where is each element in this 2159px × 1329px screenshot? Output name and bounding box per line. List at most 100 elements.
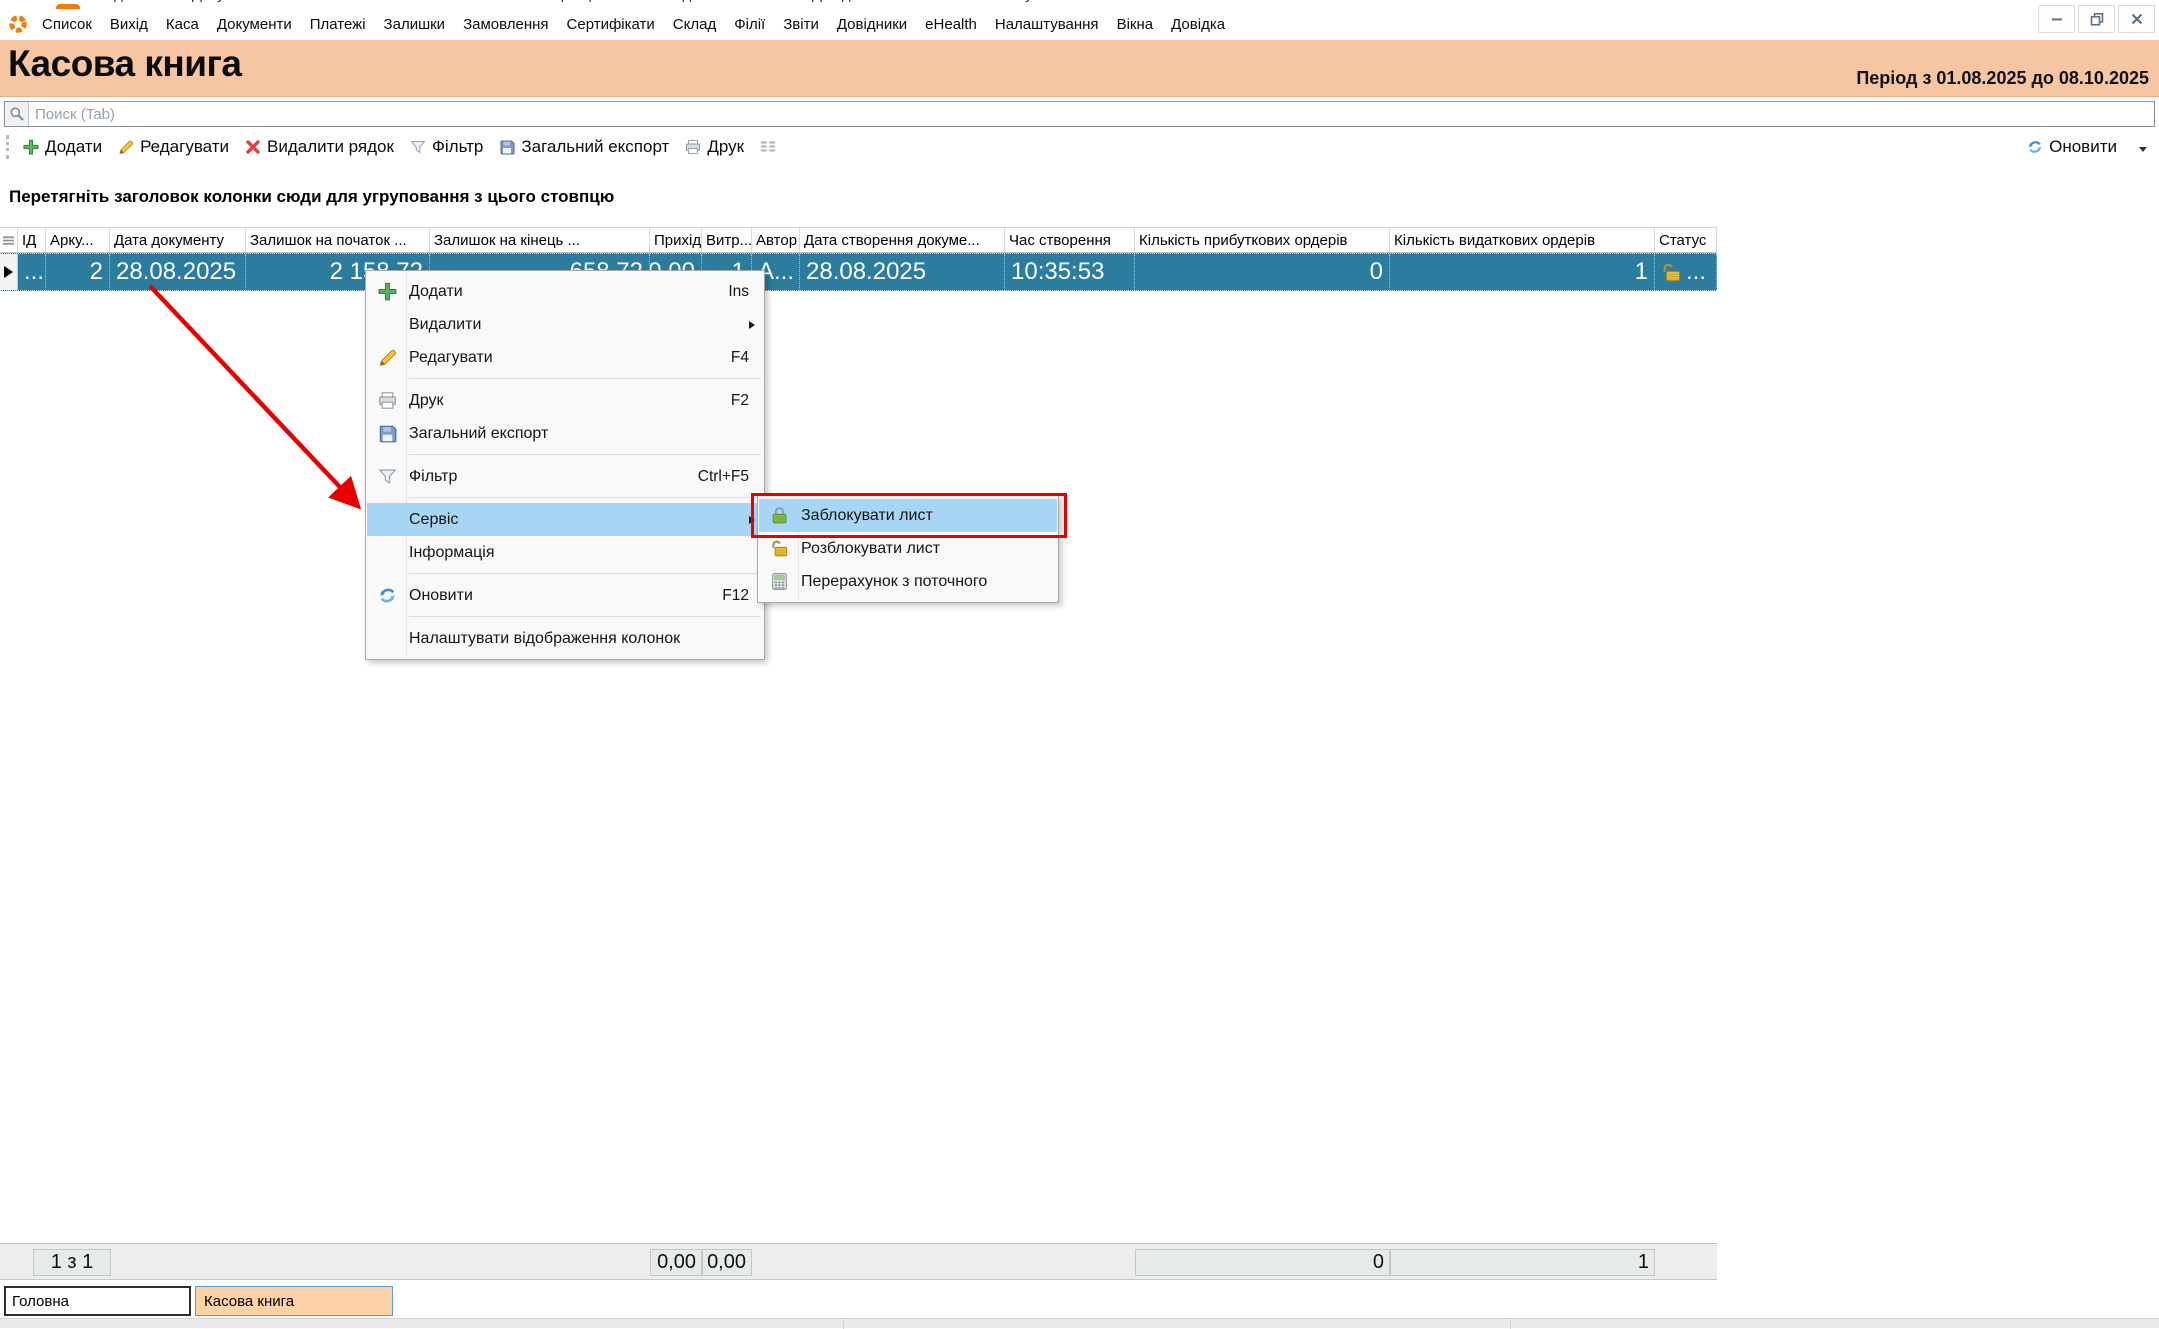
grid-header-row: ІД Арку... Дата документу Залишок на поч… — [0, 227, 1717, 253]
minimize-button[interactable] — [2038, 5, 2075, 33]
menu-sertyfikaty[interactable]: Сертифікати — [558, 16, 664, 33]
cell-income-orders[interactable]: 0 — [1135, 254, 1390, 290]
context-menu-item-edit-label: Редагувати — [407, 349, 731, 367]
menu-zalyshky[interactable]: Залишки — [375, 16, 455, 33]
menu-dokumenty[interactable]: Документи — [208, 16, 301, 33]
context-menu-item-delete[interactable]: Видалити — [367, 308, 763, 341]
column-chooser-button[interactable] — [752, 139, 784, 155]
search-button[interactable] — [5, 102, 29, 126]
page-header: Касова книга Період з 01.08.2025 до 08.1… — [0, 40, 2159, 97]
column-header-sheet[interactable]: Арку... — [46, 228, 110, 252]
status-strip — [0, 1318, 2159, 1328]
restore-button[interactable] — [2078, 5, 2115, 33]
context-menu-item-configure-columns[interactable]: Налаштувати відображення колонок — [367, 622, 763, 655]
add-button[interactable]: Додати — [15, 137, 110, 157]
print-button-label: Друк — [707, 137, 744, 157]
context-menu-item-information[interactable]: Інформація — [367, 536, 763, 569]
cell-created-time[interactable]: 10:35:53 — [1005, 254, 1135, 290]
menu-platezhi[interactable]: Платежі — [301, 16, 375, 33]
submenu-arrow-icon — [749, 516, 755, 524]
funnel-icon — [378, 467, 397, 486]
toolbar-drag-handle[interactable] — [6, 135, 9, 159]
submenu-item-lock-sheet[interactable]: Заблокувати лист — [759, 499, 1057, 532]
cell-doc-date[interactable]: 28.08.2025 — [110, 254, 246, 290]
menu-zamovlennia[interactable]: Замовлення — [454, 16, 557, 33]
menu-dovidka[interactable]: Довідка — [1162, 16, 1234, 33]
column-header-balance-end[interactable]: Залишок на кінець ... — [430, 228, 650, 252]
pencil-icon — [378, 348, 397, 367]
cell-status[interactable]: ... — [1655, 254, 1717, 290]
footer-income-orders-sum: 0 — [1135, 1249, 1390, 1276]
column-header-created-time[interactable]: Час створення — [1005, 228, 1135, 252]
cell-created-date[interactable]: 28.08.2025 — [800, 254, 1005, 290]
add-button-label: Додати — [45, 137, 102, 157]
edit-button[interactable]: Редагувати — [110, 137, 237, 157]
column-header-created-date[interactable]: Дата створення докуме... — [800, 228, 1005, 252]
tab-kasova-knyha-active[interactable]: Касова книга — [195, 1286, 393, 1316]
menu-zvity[interactable]: Звіти — [774, 16, 828, 33]
export-button-label: Загальний експорт — [521, 137, 669, 157]
refresh-button[interactable]: Оновити — [2019, 131, 2125, 163]
context-menu-item-information-label: Інформація — [407, 544, 763, 562]
context-menu-item-filter-shortcut: Ctrl+F5 — [698, 468, 763, 486]
context-menu-item-delete-label: Видалити — [407, 316, 749, 334]
footer-expense-sum: 0,00 — [702, 1249, 752, 1276]
column-header-income[interactable]: Прихід — [650, 228, 702, 252]
context-menu-item-print[interactable]: Друк F2 — [367, 384, 763, 417]
cell-sheet[interactable]: 2 — [46, 254, 110, 290]
page-title: Касова книга — [8, 43, 242, 85]
column-header-author[interactable]: Автор — [752, 228, 800, 252]
context-menu-item-add[interactable]: Додати Ins — [367, 275, 763, 308]
menu-sklad[interactable]: Склад — [664, 16, 725, 33]
column-header-expense-orders[interactable]: Кількість видаткових ордерів — [1390, 228, 1655, 252]
submenu-item-unlock-sheet[interactable]: Розблокувати лист — [759, 532, 1057, 565]
clipped-window-remnant: СписокВихідКасаДокументиПлатежіЗалишкиЗа… — [0, 0, 2159, 9]
menu-spysok[interactable]: Список — [33, 16, 101, 33]
context-menu-item-refresh[interactable]: Оновити F12 — [367, 579, 763, 612]
column-header-balance-start[interactable]: Залишок на початок ... — [246, 228, 430, 252]
menu-vykhid[interactable]: Вихід — [101, 16, 157, 33]
group-by-hint-label: Перетягніть заголовок колонки сюди для у… — [9, 187, 614, 207]
menu-vikna[interactable]: Вікна — [1108, 16, 1163, 33]
search-input[interactable]: Поиск (Tab) — [29, 106, 115, 123]
context-menu-item-export-label: Загальний експорт — [407, 425, 763, 443]
minimize-icon — [2049, 11, 2065, 27]
context-menu-item-export[interactable]: Загальний експорт — [367, 417, 763, 450]
lock-open-icon — [1661, 262, 1682, 283]
lock-open-icon — [770, 539, 789, 558]
context-menu-item-print-shortcut: F2 — [731, 392, 763, 410]
delete-row-button[interactable]: Видалити рядок — [237, 137, 402, 157]
close-button[interactable] — [2118, 5, 2155, 33]
menu-nalashtuvannia[interactable]: Налаштування — [986, 16, 1108, 33]
group-by-drop-zone[interactable]: Перетягніть заголовок колонки сюди для у… — [0, 181, 2159, 213]
submenu-item-recalculate[interactable]: Перерахунок з поточного — [759, 565, 1057, 598]
submenu-item-recalculate-label: Перерахунок з поточного — [799, 573, 1057, 591]
menu-dovidnyky[interactable]: Довідники — [828, 16, 916, 33]
record-counter: 1 з 1 — [33, 1249, 111, 1276]
menu-ehealth[interactable]: eHealth — [916, 16, 986, 33]
menu-filii[interactable]: Філії — [725, 16, 774, 33]
search-bar[interactable]: Поиск (Tab) — [4, 101, 2155, 127]
column-chooser-corner-icon[interactable] — [0, 228, 18, 252]
filter-button[interactable]: Фільтр — [402, 137, 491, 157]
cell-id[interactable]: ... — [18, 254, 46, 290]
column-header-status[interactable]: Статус — [1655, 228, 1717, 252]
table-row-selected[interactable]: ... 2 28.08.2025 2 158,72 658,72 0,00 1 … — [0, 253, 1717, 291]
toolbar-overflow-caret-icon[interactable] — [2139, 147, 2147, 152]
context-menu-item-filter[interactable]: Фільтр Ctrl+F5 — [367, 460, 763, 493]
cell-status-text: ... — [1686, 258, 1706, 286]
column-header-doc-date[interactable]: Дата документу — [110, 228, 246, 252]
tab-holovna[interactable]: Головна — [4, 1286, 191, 1316]
export-button[interactable]: Загальний експорт — [491, 137, 677, 157]
print-button[interactable]: Друк — [677, 137, 752, 157]
context-menu-item-edit[interactable]: Редагувати F4 — [367, 341, 763, 374]
column-header-id[interactable]: ІД — [18, 228, 46, 252]
column-header-income-orders[interactable]: Кількість прибуткових ордерів — [1135, 228, 1390, 252]
context-menu-item-service-label: Сервіс — [407, 511, 749, 529]
column-header-expense[interactable]: Витр... — [702, 228, 752, 252]
menu-kasa[interactable]: Каса — [157, 16, 208, 33]
context-menu-item-service[interactable]: Сервіс — [367, 503, 763, 536]
edit-button-label: Редагувати — [140, 137, 229, 157]
cell-expense-orders[interactable]: 1 — [1390, 254, 1655, 290]
period-label: Період з 01.08.2025 до 08.10.2025 — [1856, 68, 2149, 89]
